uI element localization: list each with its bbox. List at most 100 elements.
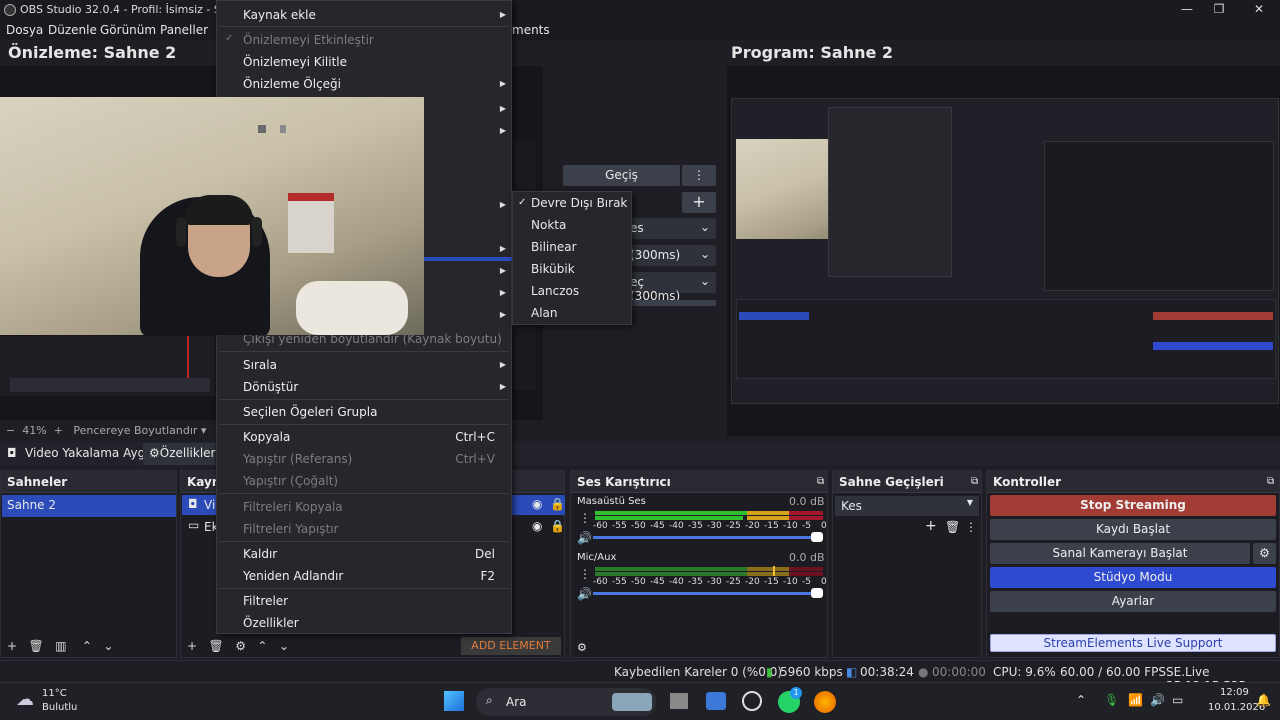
- menu-item-preview-scale[interactable]: Önizleme Ölçeği: [243, 77, 341, 91]
- wifi-icon[interactable]: 📶: [1128, 693, 1143, 707]
- move-up-icon[interactable]: ⌃: [257, 639, 267, 653]
- menu-item-properties[interactable]: Özellikler: [243, 616, 299, 630]
- menu-view[interactable]: Görünüm: [100, 23, 156, 37]
- scale-option-lanczos[interactable]: Lanczos: [531, 284, 579, 298]
- meter-scale-tick: -5: [802, 521, 811, 531]
- add-icon[interactable]: +: [7, 639, 17, 653]
- scale-option-area[interactable]: Alan: [531, 306, 558, 320]
- add-element-button[interactable]: ADD ELEMENT: [461, 637, 561, 655]
- battery-icon[interactable]: ▭: [1172, 693, 1183, 707]
- menu-item-filters[interactable]: Filtreler: [243, 594, 288, 608]
- menu-item-remove[interactable]: Kaldır: [243, 547, 277, 561]
- mixer-settings-icon[interactable]: ⚙: [577, 641, 587, 654]
- visibility-eye-icon[interactable]: ◉: [532, 519, 542, 533]
- clock-time[interactable]: 12:09: [1220, 687, 1249, 698]
- chevron-up-icon[interactable]: ⌃: [1076, 693, 1086, 707]
- channel-name-mic: Mic/Aux: [577, 552, 617, 563]
- close-icon[interactable]: ✕: [1250, 2, 1268, 18]
- menu-file[interactable]: Dosya: [6, 23, 43, 37]
- add-icon[interactable]: +: [187, 639, 197, 653]
- scene-item[interactable]: Sahne 2: [2, 495, 176, 517]
- speaker-icon[interactable]: 🔊: [577, 531, 592, 545]
- obs-logo-icon: [4, 4, 16, 16]
- dock-float-icon[interactable]: ⧉: [1267, 476, 1274, 487]
- start-virtual-camera-button[interactable]: Sanal Kamerayı Başlat: [990, 543, 1250, 564]
- microphone-icon[interactable]: 🎙: [1104, 693, 1119, 707]
- channel-menu-icon[interactable]: ⋮: [579, 567, 591, 581]
- settings-button[interactable]: Ayarlar: [990, 591, 1276, 612]
- menu-edit[interactable]: Düzenle: [48, 23, 97, 37]
- firefox-icon[interactable]: [814, 691, 836, 713]
- menu-docks[interactable]: Paneller: [160, 23, 208, 37]
- obs-taskbar-icon[interactable]: [742, 691, 762, 711]
- volume-slider-desktop[interactable]: [593, 536, 819, 539]
- fps: 60.00 / 60.00 FPS: [1060, 665, 1166, 679]
- gear-icon[interactable]: ⚙: [1253, 543, 1276, 564]
- lock-icon[interactable]: 🔒: [550, 519, 565, 533]
- task-view-icon[interactable]: [670, 693, 688, 709]
- chevron-down-icon: ▼: [966, 498, 973, 507]
- menu-streamelements[interactable]: ments: [512, 23, 550, 37]
- scale-option-disable[interactable]: Devre Dışı Bırak: [531, 196, 627, 210]
- menu-item-transform[interactable]: Dönüştür: [243, 380, 298, 394]
- volume-slider-mic[interactable]: [593, 592, 819, 595]
- duration-2-label: eç (300ms): [630, 275, 681, 303]
- volume-handle-desktop[interactable]: [811, 532, 823, 542]
- add-icon[interactable]: +: [925, 518, 937, 534]
- volume-icon[interactable]: 🔊: [1150, 693, 1165, 707]
- trash-icon[interactable]: 🗑: [209, 639, 224, 653]
- scale-option-point[interactable]: Nokta: [531, 218, 566, 232]
- dock-float-icon[interactable]: ⧉: [971, 476, 978, 487]
- preview-zoom-controls[interactable]: − 41% + Pencereye Boyutlandır ▾: [6, 424, 206, 437]
- dock-float-icon[interactable]: ⧉: [817, 476, 824, 487]
- streamelements-support-button[interactable]: StreamElements Live Support: [990, 634, 1276, 652]
- move-down-icon[interactable]: ⌄: [103, 639, 113, 653]
- menu-item-group-selected[interactable]: Seçilen Ögeleri Grupla: [243, 405, 377, 419]
- channel-menu-icon[interactable]: ⋮: [579, 511, 591, 525]
- controls-dock-title: Kontroller: [987, 471, 1279, 493]
- transition-more-icon[interactable]: ⋮: [682, 165, 716, 186]
- channel-db-mic: 0.0 dB: [789, 551, 825, 564]
- weather-desc[interactable]: Bulutlu: [42, 702, 77, 713]
- scale-option-bilinear[interactable]: Bilinear: [531, 240, 577, 254]
- submenu-arrow-icon: ▶: [499, 288, 506, 297]
- visibility-eye-icon[interactable]: ◉: [532, 497, 542, 511]
- status-bar: Kaybedilen Kareler 0 (%0.0) ▮ 5960 kbps …: [0, 660, 1280, 693]
- menu-item-lock-preview[interactable]: Önizlemeyi Kilitle: [243, 55, 347, 69]
- minimize-icon[interactable]: —: [1178, 2, 1196, 18]
- start-recording-button[interactable]: Kaydı Başlat: [990, 519, 1276, 540]
- weather-temp[interactable]: 11°C: [42, 688, 67, 699]
- stop-streaming-button[interactable]: Stop Streaming: [990, 495, 1276, 516]
- trash-icon[interactable]: 🗑: [945, 520, 960, 534]
- menu-bar: Dosya Düzenle Görünüm Paneller ments: [0, 20, 1280, 40]
- transition-button[interactable]: Geçiş: [563, 165, 680, 186]
- maximize-icon[interactable]: ❐: [1210, 2, 1228, 18]
- trash-icon[interactable]: 🗑: [29, 639, 44, 653]
- gear-icon[interactable]: ⚙: [235, 639, 246, 653]
- move-up-icon[interactable]: ⌃: [82, 639, 92, 653]
- move-down-icon[interactable]: ⌄: [279, 639, 289, 653]
- lock-icon[interactable]: 🔒: [550, 497, 565, 511]
- scale-option-bicubic[interactable]: Bikübik: [531, 262, 575, 276]
- meter-desktop-green: [595, 511, 747, 515]
- transition-select[interactable]: Kes ▼: [835, 496, 979, 516]
- meter-scale-tick: -60: [593, 521, 608, 531]
- menu-item-rename[interactable]: Yeniden Adlandır: [243, 569, 343, 583]
- menu-item-copy[interactable]: Kopyala: [243, 430, 290, 444]
- speaker-icon[interactable]: 🔊: [577, 587, 592, 601]
- more-icon[interactable]: ⋮: [965, 520, 977, 534]
- menu-separator: [219, 493, 509, 494]
- volume-handle-mic[interactable]: [811, 588, 823, 598]
- properties-button[interactable]: ⚙Özellikler: [143, 443, 216, 465]
- menu-item-order[interactable]: Sırala: [243, 358, 277, 372]
- filter-icon[interactable]: ▥: [55, 639, 66, 653]
- meter-scale-tick: -50: [631, 577, 646, 587]
- studio-mode-button[interactable]: Stüdyo Modu: [990, 567, 1276, 588]
- taskbar-search[interactable]: ⌕ Ara: [476, 688, 656, 716]
- add-transition-icon[interactable]: +: [682, 192, 716, 213]
- outlook-icon[interactable]: [706, 692, 726, 710]
- menu-item-paste-reference: Yapıştır (Referans): [243, 452, 353, 466]
- menu-item-add-source[interactable]: Kaynak ekle: [243, 8, 316, 22]
- bell-icon[interactable]: 🔔: [1256, 693, 1271, 707]
- windows-start-icon[interactable]: [444, 691, 464, 711]
